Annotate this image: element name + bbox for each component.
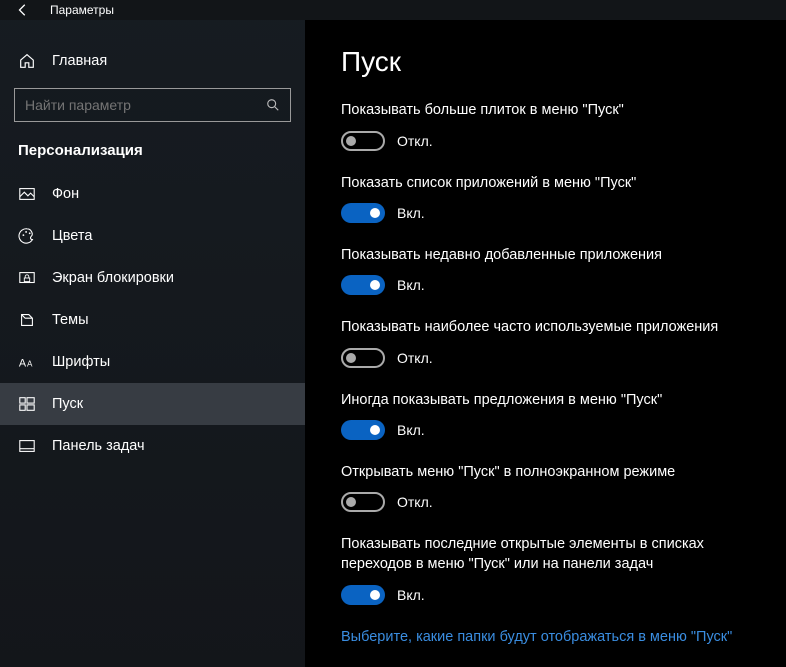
sidebar-item-label: Темы [52,312,89,328]
main-panel: Пуск Показывать больше плиток в меню "Пу… [305,20,786,667]
sidebar-item-taskbar[interactable]: Панель задач [0,425,305,467]
toggle-state-label: Вкл. [397,277,425,293]
fonts-icon: AA [18,353,36,371]
toggle-state-label: Вкл. [397,422,425,438]
toggle-state-label: Откл. [397,350,433,366]
start-icon [18,395,36,413]
sidebar-home-label: Главная [52,53,107,69]
toggle-jumplist[interactable] [341,585,385,605]
sidebar-item-label: Фон [52,186,79,202]
sidebar-home[interactable]: Главная [0,44,305,88]
toggle-state-label: Вкл. [397,205,425,221]
setting-label: Показывать больше плиток в меню "Пуск" [341,100,758,120]
setting-label: Показать список приложений в меню "Пуск" [341,173,758,193]
back-icon[interactable] [16,3,30,17]
setting-jumplist: Показывать последние открытые элементы в… [341,534,758,605]
window-title: Параметры [50,3,114,17]
setting-label: Открывать меню "Пуск" в полноэкранном ре… [341,462,758,482]
setting-suggestions: Иногда показывать предложения в меню "Пу… [341,390,758,440]
sidebar-item-label: Экран блокировки [52,270,174,286]
sidebar-item-label: Панель задач [52,438,145,454]
picture-icon [18,185,36,203]
toggle-most-used[interactable] [341,348,385,368]
sidebar-item-label: Цвета [52,228,92,244]
taskbar-icon [18,437,36,455]
sidebar-section-title: Персонализация [0,142,305,173]
setting-more-tiles: Показывать больше плиток в меню "Пуск" О… [341,100,758,150]
setting-label: Иногда показывать предложения в меню "Пу… [341,390,758,410]
search-input-wrap[interactable] [14,88,291,122]
folders-link[interactable]: Выберите, какие папки будут отображаться… [341,627,758,647]
setting-app-list: Показать список приложений в меню "Пуск"… [341,173,758,223]
home-icon [18,52,36,70]
sidebar-item-background[interactable]: Фон [0,173,305,215]
sidebar-item-start[interactable]: Пуск [0,383,305,425]
setting-recently-added: Показывать недавно добавленные приложени… [341,245,758,295]
setting-label: Показывать последние открытые элементы в… [341,534,758,575]
sidebar-item-colors[interactable]: Цвета [0,215,305,257]
setting-most-used: Показывать наиболее часто используемые п… [341,317,758,367]
toggle-suggestions[interactable] [341,420,385,440]
sidebar: Главная Персонализация Фон Цвета Экран [0,20,305,667]
themes-icon [18,311,36,329]
sidebar-item-themes[interactable]: Темы [0,299,305,341]
page-title: Пуск [341,46,758,78]
search-icon [266,98,280,112]
setting-fullscreen: Открывать меню "Пуск" в полноэкранном ре… [341,462,758,512]
setting-label: Показывать наиболее часто используемые п… [341,317,758,337]
sidebar-item-fonts[interactable]: AA Шрифты [0,341,305,383]
setting-label: Показывать недавно добавленные приложени… [341,245,758,265]
toggle-app-list[interactable] [341,203,385,223]
lockscreen-icon [18,269,36,287]
toggle-state-label: Вкл. [397,587,425,603]
toggle-more-tiles[interactable] [341,131,385,151]
sidebar-item-label: Пуск [52,396,83,412]
toggle-recently-added[interactable] [341,275,385,295]
toggle-fullscreen[interactable] [341,492,385,512]
toggle-state-label: Откл. [397,494,433,510]
toggle-state-label: Откл. [397,133,433,149]
svg-text:A: A [19,358,27,370]
titlebar: Параметры [0,0,786,20]
svg-text:A: A [27,360,33,369]
search-input[interactable] [25,97,266,113]
sidebar-item-label: Шрифты [52,354,110,370]
palette-icon [18,227,36,245]
sidebar-item-lockscreen[interactable]: Экран блокировки [0,257,305,299]
